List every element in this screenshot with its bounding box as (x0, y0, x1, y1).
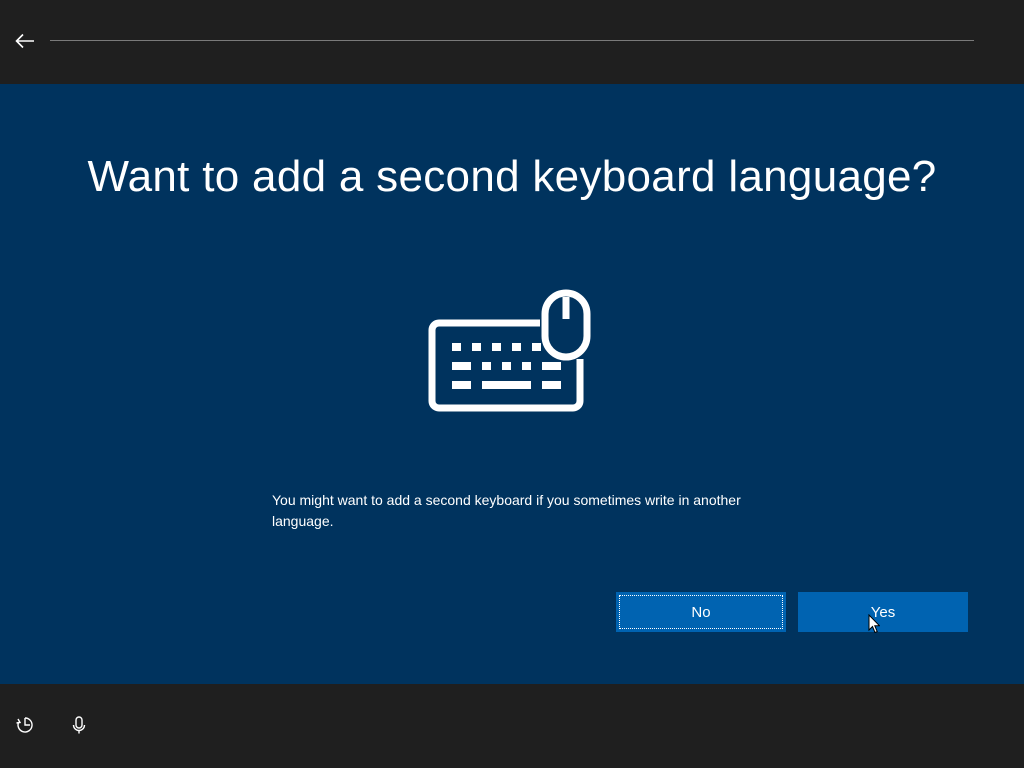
microphone-button[interactable] (64, 710, 94, 740)
mouse-pointer-icon (868, 614, 880, 634)
arrow-left-icon (15, 33, 34, 49)
main-panel: Want to add a second keyboard language? … (0, 84, 1024, 684)
description-text: You might want to add a second keyboard … (272, 492, 741, 529)
no-button[interactable]: No (616, 592, 786, 632)
keyboard-mouse-icon (428, 289, 591, 412)
ease-of-access-icon (16, 717, 33, 733)
back-button[interactable] (8, 26, 42, 56)
ease-of-access-button[interactable] (10, 710, 40, 740)
microphone-icon (72, 716, 86, 734)
bottom-bar (0, 684, 1024, 768)
progress-line (50, 40, 974, 41)
top-bar (0, 0, 1024, 84)
yes-button[interactable]: Yes (798, 592, 968, 632)
page-title: Want to add a second keyboard language? (87, 152, 937, 201)
